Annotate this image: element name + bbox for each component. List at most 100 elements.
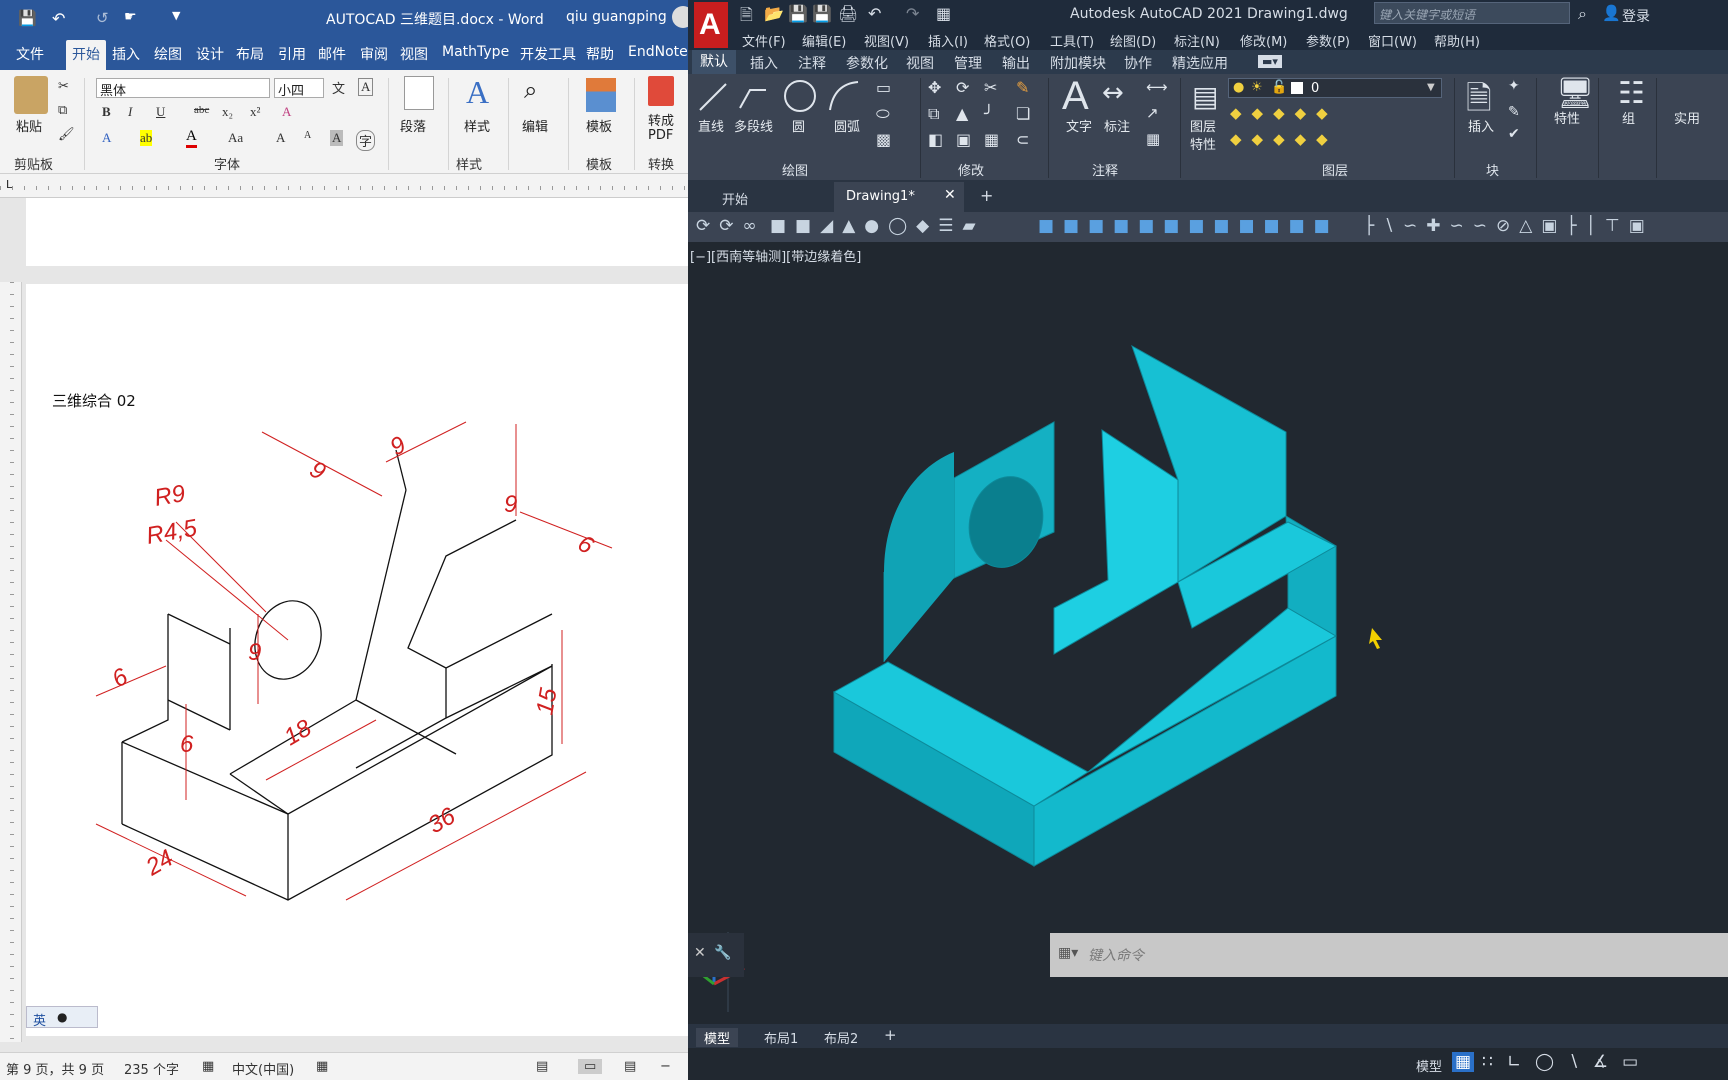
undo-icon[interactable]: ↶ (52, 9, 65, 28)
wrench-icon[interactable]: 🔧 (714, 945, 731, 961)
tool-practical[interactable]: 实用 (1674, 108, 1700, 127)
rtab-output[interactable]: 输出 (1002, 53, 1030, 73)
tab-layout2[interactable]: 布局2 (824, 1028, 858, 1047)
tab-references[interactable]: 引用 (278, 44, 306, 64)
paste-icon[interactable] (14, 76, 48, 114)
login-link[interactable]: 登录 (1622, 6, 1650, 26)
ribbon-toggle-icon[interactable]: ▬▾ (1258, 55, 1282, 68)
search-placeholder[interactable]: 键入关键字或短语 (1379, 6, 1475, 23)
word-user-name[interactable]: qiu guangping (566, 9, 667, 25)
table-icon[interactable]: ▦ (1146, 130, 1160, 148)
plot-icon[interactable]: 🖨 (838, 4, 858, 23)
rectangle-icon[interactable]: ▭ (876, 78, 891, 97)
menu-insert[interactable]: 插入(I) (928, 31, 968, 50)
chevron-down-icon[interactable]: ▼ (1427, 82, 1435, 93)
template-label[interactable]: 模板 (586, 116, 612, 135)
tool-dimension[interactable]: 标注 (1104, 116, 1130, 135)
find-icon[interactable]: ⌕ (524, 76, 537, 104)
panel-block[interactable]: 块 (1486, 160, 1499, 179)
tool-layer-2[interactable]: 特性 (1190, 134, 1216, 153)
workspace-icon[interactable]: ▦ (936, 4, 951, 23)
edit-block-icon[interactable]: ✎ (1508, 104, 1520, 120)
sun-icon[interactable]: ☀ (1251, 80, 1263, 95)
to-pdf-label-2[interactable]: PDF (648, 128, 673, 143)
ime-icon[interactable]: ● (57, 1010, 67, 1024)
horizontal-ruler[interactable]: L (0, 174, 688, 198)
cmd-prompt-icon[interactable]: ▦▾ (1058, 945, 1078, 961)
text-effect-icon[interactable]: A (102, 130, 111, 146)
touch-mode-icon[interactable]: ☛ (124, 9, 137, 25)
fillet-icon[interactable]: ╯ (984, 104, 994, 123)
line-icon[interactable] (696, 80, 730, 114)
filetab-start-label[interactable]: 开始 (722, 189, 748, 208)
pdf-icon[interactable] (648, 76, 674, 106)
paste-label[interactable]: 粘贴 (16, 116, 42, 135)
tab-design[interactable]: 设计 (196, 44, 224, 64)
trim-icon[interactable]: ✂ (984, 78, 997, 97)
menu-window[interactable]: 窗口(W) (1368, 31, 1417, 50)
font-color-icon[interactable]: A (186, 128, 197, 148)
tab-developer[interactable]: 开发工具 (520, 44, 576, 64)
cmd-left-handle[interactable]: ✕ 🔧 (688, 933, 744, 977)
ime-bar[interactable]: 英 ● (26, 1006, 98, 1029)
offset-icon[interactable]: ⊂ (1016, 130, 1029, 149)
menu-tools[interactable]: 工具(T) (1050, 31, 1094, 50)
phonetic-icon[interactable]: 文 (332, 78, 345, 97)
tab-layout1[interactable]: 布局1 (764, 1028, 798, 1047)
tool-properties[interactable]: 特性 (1554, 108, 1580, 127)
rtab-annotate[interactable]: 注释 (798, 53, 826, 73)
status-page[interactable]: 第 9 页，共 9 页 (6, 1059, 104, 1078)
rtab-featured[interactable]: 精选应用 (1172, 53, 1228, 73)
rtab-parametric[interactable]: 参数化 (846, 53, 888, 73)
properties-icon[interactable]: 🖥 (1556, 76, 1594, 111)
char-border-icon[interactable]: A (358, 78, 374, 96)
new-icon[interactable]: 🗎 (740, 4, 753, 31)
text-icon[interactable]: A (1062, 74, 1089, 119)
menu-format[interactable]: 格式(O) (984, 31, 1030, 50)
print-layout-icon[interactable]: ▭ (578, 1059, 603, 1074)
solid-model[interactable] (688, 242, 1728, 1024)
rtab-collaborate[interactable]: 协作 (1124, 53, 1152, 73)
leader-icon[interactable]: ↗ (1146, 104, 1159, 122)
char-shading-icon[interactable]: A (330, 130, 344, 146)
mirror-icon[interactable]: ▲ (956, 104, 968, 123)
paragraph-icon[interactable] (404, 76, 434, 110)
customize-qat-icon[interactable]: ▼ (172, 9, 180, 22)
lock-icon[interactable]: 🔓 (1271, 80, 1287, 95)
layer-color-swatch[interactable] (1291, 82, 1303, 94)
filetab-start[interactable]: 开始 (688, 182, 834, 212)
tool-group[interactable]: 组 (1622, 108, 1635, 127)
search-icon[interactable]: ⌕ (1578, 4, 1587, 24)
panel-draw[interactable]: 绘图 (782, 160, 808, 179)
tab-file[interactable]: 文件 (16, 44, 44, 64)
bold-icon[interactable]: B (102, 104, 111, 120)
menu-view[interactable]: 视图(V) (864, 31, 909, 50)
explode-icon[interactable]: ❏ (1016, 104, 1030, 123)
tool-text[interactable]: 文字 (1066, 116, 1092, 135)
stretch-icon[interactable]: ◧ (928, 130, 943, 149)
add-layout-icon[interactable]: + (884, 1026, 897, 1044)
enclose-char-icon[interactable]: 字 (356, 130, 376, 151)
styles-icon[interactable]: A (466, 74, 489, 111)
group-icon[interactable]: ☷ (1618, 76, 1645, 111)
orbit-tools[interactable]: ⟳⟳∞ (696, 216, 766, 236)
polyline-icon[interactable] (736, 80, 770, 114)
rtab-view[interactable]: 视图 (906, 53, 934, 73)
paragraph-label[interactable]: 段落 (400, 116, 426, 135)
layer-dropdown[interactable]: ● ☀ 🔓 0 ▼ (1228, 78, 1442, 98)
rotate-icon[interactable]: ⟳ (956, 78, 969, 97)
menu-dimension[interactable]: 标注(N) (1174, 31, 1220, 50)
rtab-addins[interactable]: 附加模块 (1050, 53, 1106, 73)
format-painter-icon[interactable]: 🖌 (58, 126, 75, 142)
layer-tools-row2[interactable]: ◆◆◆◆◆ (1230, 130, 1338, 148)
strikethrough-icon[interactable]: abc (194, 104, 209, 116)
edit-label[interactable]: 编辑 (522, 116, 548, 135)
tool-insert[interactable]: 插入 (1468, 116, 1494, 135)
grow-font-icon[interactable]: A (276, 130, 285, 146)
clear-format-icon[interactable]: A (282, 104, 291, 120)
copy-icon[interactable]: ⧉ (58, 102, 67, 118)
rtab-insert[interactable]: 插入 (750, 53, 778, 73)
ellipse-icon[interactable]: ⬭ (876, 104, 890, 124)
vertical-ruler[interactable] (0, 282, 22, 1042)
tab-stop-icon[interactable]: L (6, 178, 12, 191)
